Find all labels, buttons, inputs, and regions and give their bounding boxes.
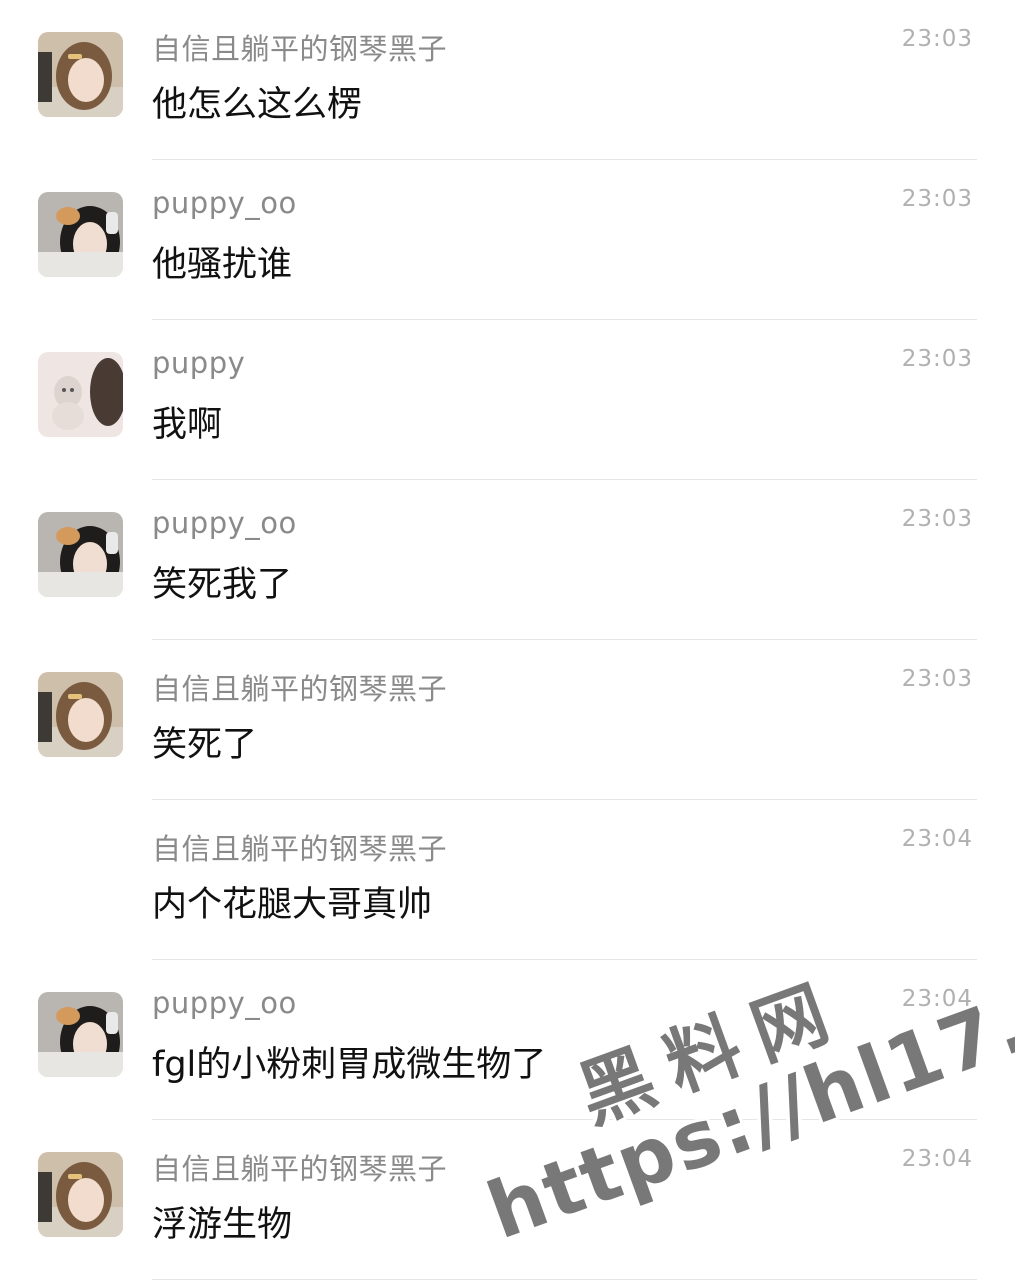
message-text: 我啊 <box>152 405 223 445</box>
sender-name: puppy <box>152 346 246 380</box>
message-item[interactable]: puppy_oo 23:03 他骚扰谁 <box>0 160 1015 320</box>
message-item[interactable]: 自信且躺平的钢琴黑子 23:03 笑死了 <box>0 640 1015 800</box>
avatar[interactable] <box>38 512 123 597</box>
message-text: 他怎么这么楞 <box>152 85 363 125</box>
message-time: 23:04 <box>901 826 973 852</box>
message-time: 23:03 <box>901 506 973 532</box>
message-time: 23:03 <box>901 346 973 372</box>
message-item[interactable]: puppy 23:03 我啊 <box>0 320 1015 480</box>
message-time: 23:03 <box>901 186 973 212</box>
avatar[interactable] <box>38 352 123 437</box>
avatar[interactable] <box>38 992 123 1077</box>
message-text: 笑死了 <box>152 725 258 765</box>
message-text: fgl的小粉刺胃成微生物了 <box>152 1045 547 1085</box>
message-time: 23:04 <box>901 1146 973 1172</box>
sender-name: 自信且躺平的钢琴黑子 <box>152 672 448 706</box>
message-text: 浮游生物 <box>152 1205 293 1245</box>
avatar[interactable] <box>38 1152 123 1237</box>
sender-name: 自信且躺平的钢琴黑子 <box>152 32 448 66</box>
avatar[interactable] <box>38 672 123 757</box>
message-text: 内个花腿大哥真帅 <box>152 885 433 925</box>
message-time: 23:03 <box>901 666 973 692</box>
sender-name: puppy_oo <box>152 986 297 1020</box>
sender-name: puppy_oo <box>152 506 297 540</box>
sender-name: puppy_oo <box>152 186 297 220</box>
message-item[interactable]: puppy_oo 23:04 fgl的小粉刺胃成微生物了 <box>0 960 1015 1120</box>
message-text: 笑死我了 <box>152 565 293 605</box>
avatar[interactable] <box>38 32 123 117</box>
message-time: 23:04 <box>901 986 973 1012</box>
message-item[interactable]: 自信且躺平的钢琴黑子 23:04 内个花腿大哥真帅 <box>0 800 1015 960</box>
sender-name: 自信且躺平的钢琴黑子 <box>152 1152 448 1186</box>
message-text: 他骚扰谁 <box>152 245 293 285</box>
message-item[interactable]: 自信且躺平的钢琴黑子 23:04 浮游生物 <box>0 1120 1015 1280</box>
message-item[interactable]: puppy_oo 23:03 笑死我了 <box>0 480 1015 640</box>
sender-name: 自信且躺平的钢琴黑子 <box>152 832 448 866</box>
message-time: 23:03 <box>901 26 973 52</box>
message-item[interactable]: 自信且躺平的钢琴黑子 23:03 他怎么这么楞 <box>0 0 1015 160</box>
chat-message-list: 自信且躺平的钢琴黑子 23:03 他怎么这么楞 puppy_oo 23:03 他… <box>0 0 1015 1280</box>
avatar[interactable] <box>38 192 123 277</box>
